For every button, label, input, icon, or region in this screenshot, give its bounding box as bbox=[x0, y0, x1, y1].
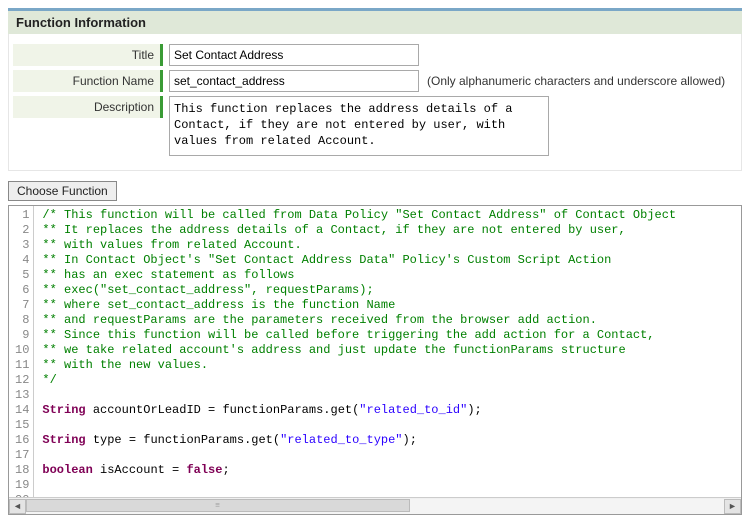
description-label: Description bbox=[13, 96, 163, 118]
gutter-line-number: 17 bbox=[15, 448, 29, 463]
code-line[interactable]: ** we take related account's address and… bbox=[42, 343, 737, 358]
scroll-left-arrow-icon[interactable]: ◄ bbox=[9, 499, 26, 514]
code-line[interactable]: ** with values from related Account. bbox=[42, 238, 737, 253]
gutter-line-number: 10 bbox=[15, 343, 29, 358]
form-row-description: Description bbox=[13, 96, 737, 156]
gutter-line-number: 13 bbox=[15, 388, 29, 403]
gutter-line-number: 14 bbox=[15, 403, 29, 418]
title-input[interactable] bbox=[169, 44, 419, 66]
code-line[interactable] bbox=[42, 388, 737, 403]
section-title: Function Information bbox=[16, 15, 146, 30]
code-line[interactable]: String accountOrLeadID = functionParams.… bbox=[42, 403, 737, 418]
code-gutter: 1234567891011121314151617181920212223 bbox=[9, 206, 34, 497]
code-line[interactable]: ** with the new values. bbox=[42, 358, 737, 373]
code-editor[interactable]: 1234567891011121314151617181920212223 /*… bbox=[8, 205, 742, 515]
code-line[interactable]: ** and requestParams are the parameters … bbox=[42, 313, 737, 328]
gutter-line-number: 8 bbox=[15, 313, 29, 328]
code-line[interactable] bbox=[42, 478, 737, 493]
code-line[interactable]: ** exec("set_contact_address", requestPa… bbox=[42, 283, 737, 298]
code-line[interactable]: boolean isAccount = false; bbox=[42, 463, 737, 478]
section-header: Function Information bbox=[8, 8, 742, 34]
form-row-title: Title bbox=[13, 44, 737, 66]
scroll-grip-icon: ≡ bbox=[215, 501, 221, 510]
gutter-line-number: 1 bbox=[15, 208, 29, 223]
scroll-track[interactable]: ≡ bbox=[26, 499, 724, 514]
code-line[interactable]: */ bbox=[42, 373, 737, 388]
gutter-line-number: 6 bbox=[15, 283, 29, 298]
scroll-right-arrow-icon[interactable]: ► bbox=[724, 499, 741, 514]
horizontal-scrollbar[interactable]: ◄ ≡ ► bbox=[9, 497, 741, 514]
code-line[interactable] bbox=[42, 418, 737, 433]
gutter-line-number: 3 bbox=[15, 238, 29, 253]
code-line[interactable]: /* This function will be called from Dat… bbox=[42, 208, 737, 223]
code-line[interactable]: ** has an exec statement as follows bbox=[42, 268, 737, 283]
gutter-line-number: 5 bbox=[15, 268, 29, 283]
choose-function-button[interactable]: Choose Function bbox=[8, 181, 117, 201]
gutter-line-number: 18 bbox=[15, 463, 29, 478]
gutter-line-number: 4 bbox=[15, 253, 29, 268]
form-area: Title Function Name (Only alphanumeric c… bbox=[8, 34, 742, 171]
gutter-line-number: 7 bbox=[15, 298, 29, 313]
function-name-hint: (Only alphanumeric characters and unders… bbox=[427, 74, 725, 88]
code-line[interactable]: ** where set_contact_address is the func… bbox=[42, 298, 737, 313]
gutter-line-number: 11 bbox=[15, 358, 29, 373]
form-row-function-name: Function Name (Only alphanumeric charact… bbox=[13, 70, 737, 92]
gutter-line-number: 15 bbox=[15, 418, 29, 433]
gutter-line-number: 19 bbox=[15, 478, 29, 493]
gutter-line-number: 16 bbox=[15, 433, 29, 448]
code-line[interactable] bbox=[42, 448, 737, 463]
title-label: Title bbox=[13, 44, 163, 66]
gutter-line-number: 2 bbox=[15, 223, 29, 238]
function-name-label: Function Name bbox=[13, 70, 163, 92]
gutter-line-number: 9 bbox=[15, 328, 29, 343]
code-line[interactable]: String type = functionParams.get("relate… bbox=[42, 433, 737, 448]
scroll-thumb[interactable]: ≡ bbox=[26, 499, 410, 512]
function-name-input[interactable] bbox=[169, 70, 419, 92]
gutter-line-number: 12 bbox=[15, 373, 29, 388]
description-input[interactable] bbox=[169, 96, 549, 156]
code-line[interactable]: ** In Contact Object's "Set Contact Addr… bbox=[42, 253, 737, 268]
code-body[interactable]: /* This function will be called from Dat… bbox=[34, 206, 741, 497]
code-line[interactable]: ** It replaces the address details of a … bbox=[42, 223, 737, 238]
code-line[interactable]: ** Since this function will be called be… bbox=[42, 328, 737, 343]
